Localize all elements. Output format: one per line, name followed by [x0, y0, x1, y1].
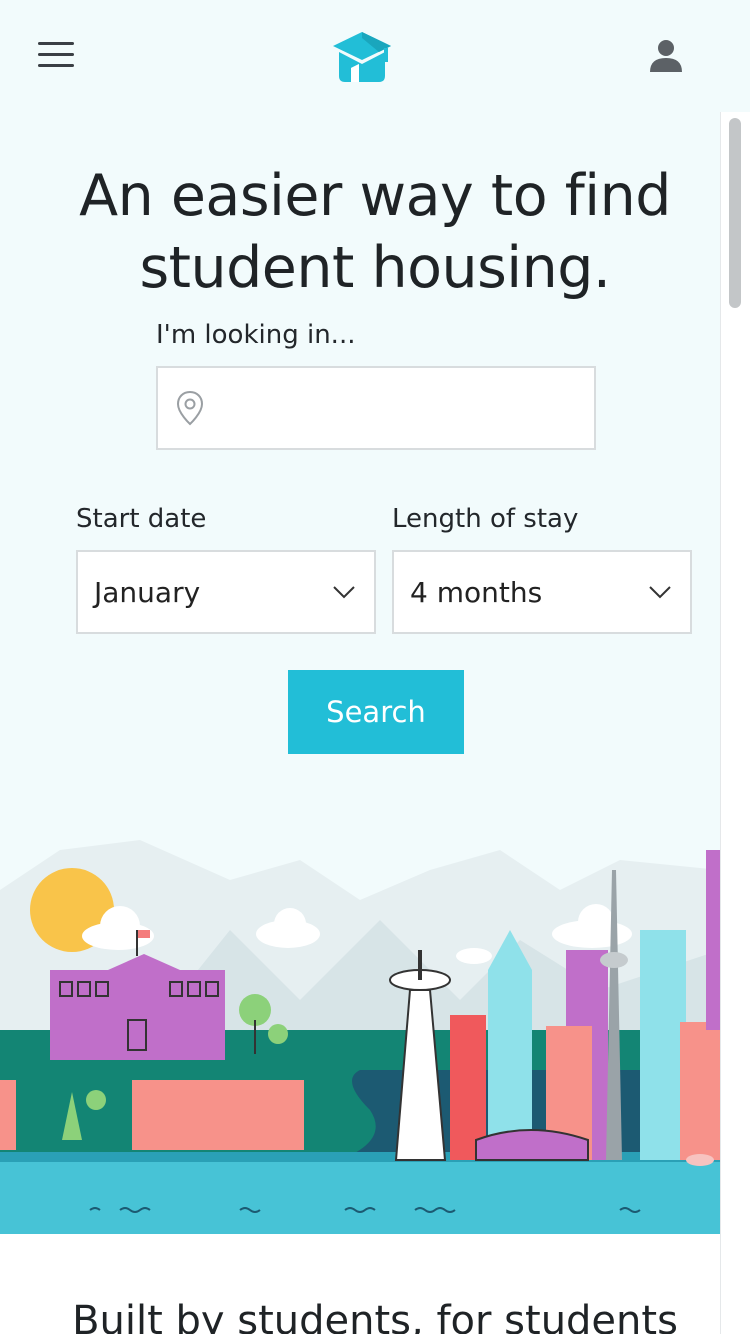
hamburger-menu-icon[interactable] — [38, 42, 74, 70]
logo-icon[interactable] — [329, 24, 395, 88]
hero-title-line-2: student housing. — [139, 235, 611, 301]
length-of-stay-value: 4 months — [410, 576, 543, 609]
length-of-stay-select[interactable]: 4 months — [392, 550, 692, 634]
chevron-down-icon — [649, 586, 671, 599]
start-date-value: January — [94, 576, 201, 609]
location-label: I'm looking in... — [156, 320, 356, 350]
intro-section: Built by students, for students — [0, 1234, 720, 1334]
location-input[interactable] — [218, 368, 582, 450]
hero-title: An easier way to find student housing. — [0, 160, 750, 304]
location-input-box[interactable] — [156, 366, 596, 450]
start-date-select[interactable]: January — [76, 550, 376, 634]
start-date-label: Start date — [76, 504, 207, 534]
user-account-icon[interactable] — [648, 38, 684, 74]
location-pin-icon — [176, 390, 204, 426]
hero-title-line-1: An easier way to find — [79, 163, 671, 229]
chevron-down-icon — [333, 586, 355, 599]
length-of-stay-label: Length of stay — [392, 504, 579, 534]
section-title: Built by students, for students — [72, 1298, 678, 1334]
city-skyline-illustration — [0, 840, 720, 1234]
search-button[interactable]: Search — [288, 670, 464, 754]
top-header — [0, 0, 750, 112]
